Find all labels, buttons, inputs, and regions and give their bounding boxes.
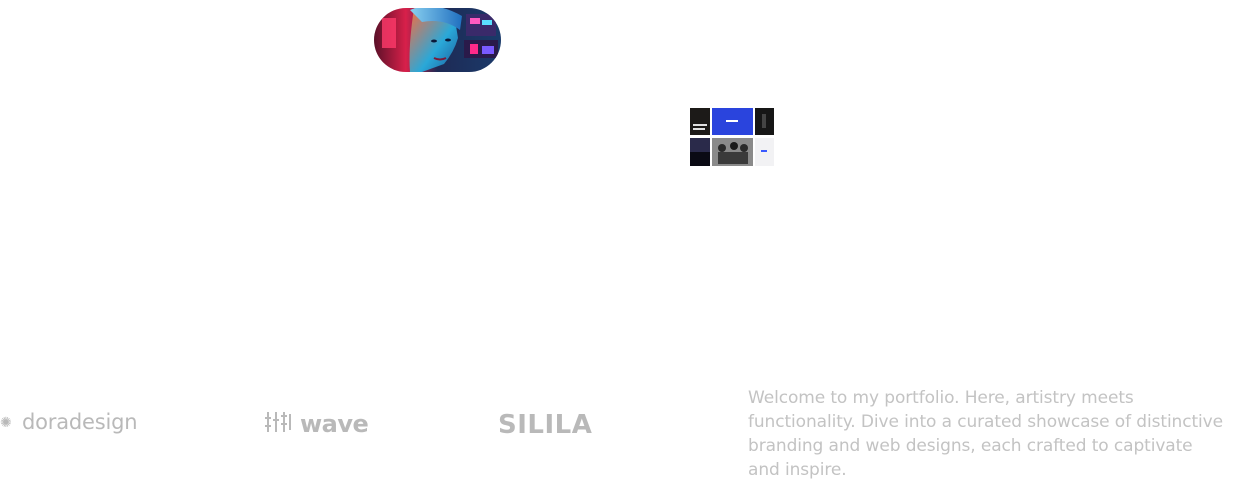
logo-doradesign-text: doradesign bbox=[22, 410, 138, 434]
logo-silila-text: SILILA bbox=[498, 410, 593, 440]
sparkle-icon: ✺ bbox=[0, 415, 12, 431]
logo-silila: SILILA bbox=[498, 410, 592, 440]
wave-symbol-icon bbox=[264, 410, 294, 440]
logo-wave-text: wave bbox=[300, 410, 369, 438]
logo-wave: wave bbox=[264, 410, 369, 440]
hero-portrait-image bbox=[374, 8, 501, 72]
intro-paragraph: Welcome to my portfolio. Here, artistry … bbox=[748, 388, 1223, 480]
logo-doradesign: ✺ doradesign bbox=[0, 410, 138, 434]
work-preview-grid[interactable] bbox=[690, 108, 774, 166]
